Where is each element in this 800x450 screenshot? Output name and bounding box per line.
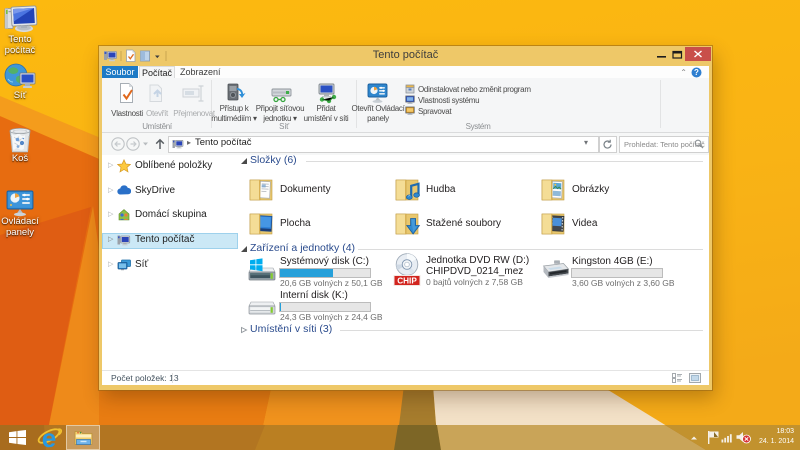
svg-text:CHIP: CHIP [397,277,417,286]
svg-text:?: ? [694,68,699,77]
svg-text:e: e [42,426,56,450]
